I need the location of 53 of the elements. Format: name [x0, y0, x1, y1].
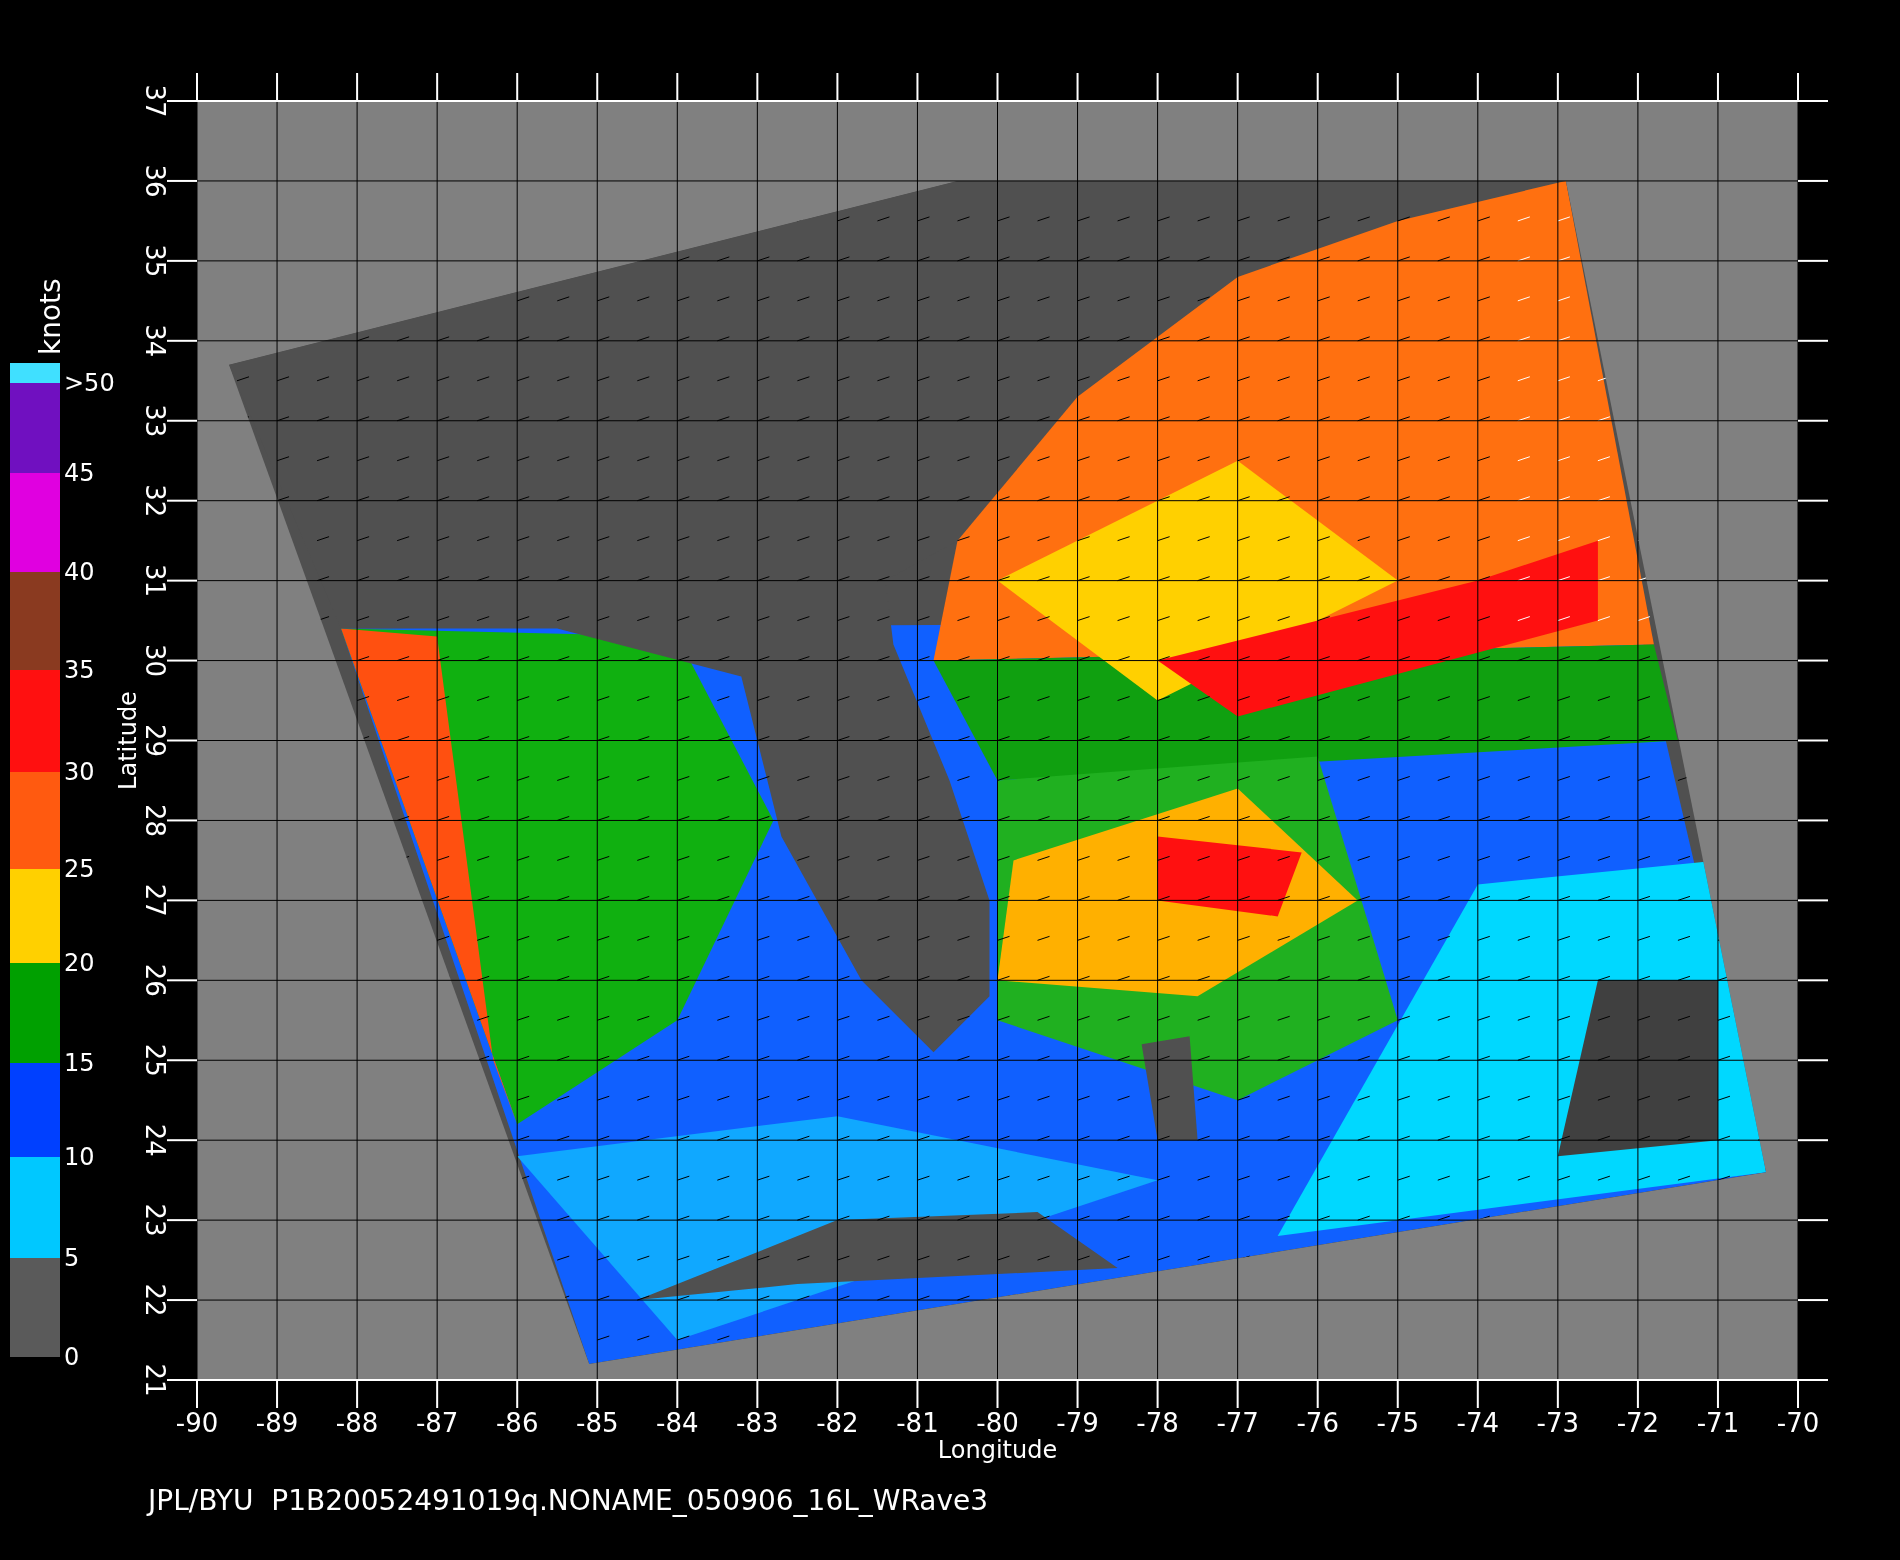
colorbar-label: 25 — [64, 855, 95, 883]
axis-tick-label: -73 — [1536, 1408, 1580, 1438]
axis-tick-label: 22 — [140, 1283, 170, 1317]
axis-tick-label: -75 — [1376, 1408, 1419, 1438]
axis-tick-label: 37 — [140, 84, 170, 118]
axis-tick-label: 24 — [140, 1123, 170, 1157]
axis-tick-label: -85 — [576, 1408, 619, 1438]
axis-tick-label: 35 — [140, 244, 170, 278]
axis-tick-label: 33 — [140, 404, 170, 438]
axis-tick-label: 36 — [140, 164, 170, 198]
axis-tick-label: -81 — [896, 1408, 939, 1438]
plot-caption: JPL/BYU P1B20052491019q.NONAME_050906_16L_WRave3 — [148, 1484, 989, 1517]
axis-tick-label: -76 — [1296, 1408, 1339, 1438]
axis-tick-label: -79 — [1056, 1408, 1099, 1438]
axis-tick-label: 25 — [140, 1043, 170, 1077]
axis-tick-label: -70 — [1776, 1408, 1820, 1438]
axis-tick-label: -90 — [175, 1408, 219, 1438]
colorbar-label: 40 — [64, 558, 95, 586]
axis-tick-label: 21 — [140, 1363, 170, 1397]
axis-tick-label: -86 — [495, 1408, 539, 1438]
axis-tick-label: -80 — [976, 1408, 1019, 1438]
axis-tick-label: -72 — [1616, 1408, 1660, 1438]
axis-tick-label: -87 — [415, 1408, 459, 1438]
colorbar-unit-label: knots — [34, 278, 67, 355]
axis-tick-label: -77 — [1216, 1408, 1259, 1438]
axis-tick-label: 32 — [140, 484, 170, 518]
axis-tick-label: -71 — [1696, 1408, 1740, 1438]
axis-tick-label: 23 — [140, 1203, 170, 1237]
colorbar-label: 35 — [64, 656, 95, 684]
colorbar-label: 20 — [64, 949, 95, 977]
colorbar-label: >50 — [64, 369, 115, 397]
colorbar-label: 45 — [64, 459, 95, 487]
colorbar-label: 5 — [64, 1244, 80, 1272]
axis-tick-label: -82 — [816, 1408, 859, 1438]
axis-tick-label: 27 — [140, 883, 170, 917]
x-axis-title: Longitude — [937, 1436, 1058, 1464]
axis-tick-label: -83 — [736, 1408, 779, 1438]
axis-tick-label: 31 — [140, 564, 170, 598]
colorbar-label: 15 — [64, 1049, 95, 1077]
axis-tick-label: 28 — [140, 803, 170, 837]
axis-tick-label: -89 — [255, 1408, 299, 1438]
axis-tick-label: -78 — [1136, 1408, 1179, 1438]
colorbar-label: 0 — [64, 1343, 80, 1371]
axis-tick-label: 34 — [140, 324, 170, 358]
axis-tick-label: 30 — [140, 644, 170, 678]
y-axis-title: Latitude — [114, 691, 142, 790]
axis-tick-label: -84 — [656, 1408, 699, 1438]
axis-tick-label: -88 — [335, 1408, 379, 1438]
colorbar-label: 30 — [64, 758, 95, 786]
axis-tick-label: 29 — [140, 723, 170, 758]
axis-tick-label: 26 — [140, 963, 170, 997]
axis-tick-label: -74 — [1456, 1408, 1500, 1438]
colorbar-label: 10 — [64, 1143, 95, 1171]
